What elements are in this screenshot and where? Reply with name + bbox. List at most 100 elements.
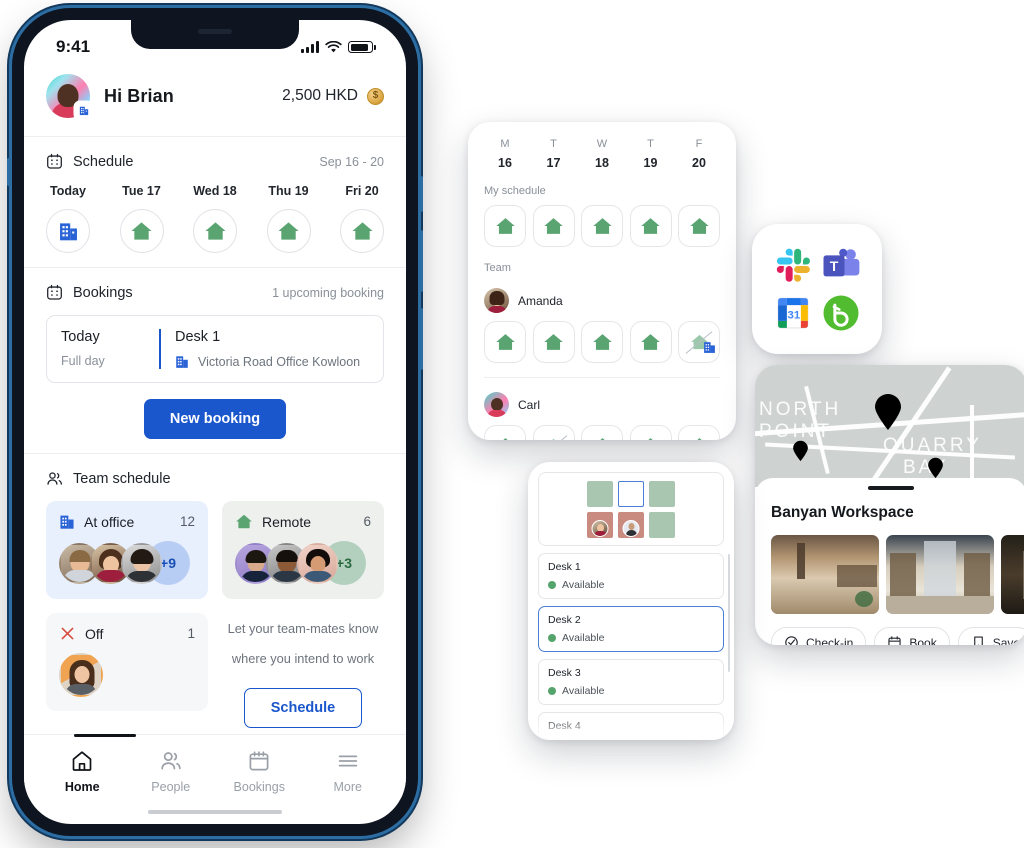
schedule-day[interactable]: Fri 20 (340, 184, 384, 253)
schedule-cell-home[interactable] (629, 425, 672, 440)
avatar (622, 519, 640, 537)
book-button[interactable]: Book (874, 627, 950, 645)
floor-plan-desk[interactable] (587, 480, 613, 507)
schedule-day-home-icon[interactable] (340, 209, 384, 253)
microsoft-teams-icon[interactable]: T (820, 244, 862, 286)
schedule-button[interactable]: Schedule (243, 687, 363, 728)
team-member-header[interactable]: Amanda (484, 288, 720, 313)
team-card-remote[interactable]: Remote 6 +3 (222, 501, 384, 599)
new-booking-button[interactable]: New booking (143, 399, 287, 439)
schedule-cell-mixed[interactable] (678, 321, 720, 363)
schedule-day[interactable]: Wed 18 (193, 184, 237, 253)
floor-plan-desk-selected[interactable] (618, 480, 644, 507)
schedule-day-home-icon[interactable] (193, 209, 237, 253)
desk-row[interactable]: Desk 3 Available (538, 659, 724, 705)
floor-plan[interactable] (538, 472, 724, 546)
schedule-day-office-icon[interactable] (46, 209, 90, 253)
schedule-day-label: Today (50, 184, 86, 198)
home-icon (592, 334, 612, 350)
slack-icon[interactable] (772, 244, 814, 286)
wifi-icon (325, 40, 342, 52)
schedule-cell-home[interactable] (484, 425, 526, 440)
status-dot-available (548, 687, 556, 695)
schedule-day[interactable]: Thu 19 (266, 184, 311, 253)
tab-people[interactable]: People (127, 749, 216, 794)
workspace-photo[interactable] (771, 535, 879, 614)
avatar (484, 288, 509, 313)
desk-list-scrollbar[interactable] (727, 554, 730, 672)
schedule-cell-home[interactable] (581, 205, 623, 247)
schedule-day-home-icon[interactable] (119, 209, 164, 253)
avatar-office-badge-icon (75, 102, 92, 119)
schedule-title: Schedule (73, 153, 134, 170)
map-pin-icon[interactable] (927, 457, 944, 479)
workspace-photo[interactable] (1001, 535, 1024, 614)
avatar[interactable] (46, 74, 92, 119)
schedule-cell-home[interactable] (484, 321, 526, 363)
schedule-title-group: Schedule (46, 153, 133, 170)
schedule-day-label: Tue 17 (122, 184, 161, 198)
schedule-cell-home[interactable] (678, 205, 720, 247)
team-card-at-office[interactable]: At office 12 +9 (46, 501, 208, 599)
check-in-button[interactable]: Check-in (771, 627, 867, 645)
schedule-day-home-icon[interactable] (266, 209, 311, 253)
map-pin-icon[interactable] (792, 440, 809, 462)
weekday-cell: F 20 (678, 138, 720, 170)
desk-row[interactable]: Desk 1 Available (538, 553, 724, 599)
schedule-cell-home[interactable] (678, 425, 720, 440)
home-icon (599, 438, 605, 440)
home-icon (648, 438, 653, 440)
sheet-drag-handle[interactable] (868, 486, 914, 490)
tab-more[interactable]: More (304, 749, 393, 794)
bookmark-icon (973, 636, 983, 645)
schedule-cell-mixed[interactable] (532, 425, 575, 440)
brand-icon[interactable] (820, 292, 862, 334)
desk-info: Desk 2 Available (548, 614, 604, 644)
schedule-cell-home[interactable] (532, 321, 575, 363)
svg-text:T: T (830, 258, 839, 274)
schedule-cell-home[interactable] (581, 321, 623, 363)
schedule-cell-home[interactable] (629, 321, 672, 363)
team-member-header[interactable]: Carl (484, 392, 720, 417)
team-member-schedule-row (484, 425, 720, 440)
team-card-header: Remote 6 (235, 513, 371, 530)
schedule-cell-home[interactable] (484, 205, 526, 247)
schedule-cell-home[interactable] (581, 425, 623, 440)
building-icon (60, 515, 74, 529)
booking-card[interactable]: Today Full day Desk 1 Victoria Road Offi… (46, 315, 384, 383)
floor-plan-desk[interactable] (649, 480, 675, 507)
close-icon (61, 627, 74, 640)
balance-widget[interactable]: 2,500 HKD $ (282, 87, 384, 105)
floor-plan-desk[interactable] (649, 511, 675, 538)
tab-home[interactable]: Home (38, 749, 127, 794)
avatar (484, 392, 509, 417)
schedule-day[interactable]: Today (46, 184, 90, 253)
schedule-section: Schedule Sep 16 - 20 Today Tue 17 Wed 18… (24, 137, 406, 268)
floor-plan-desk-booked[interactable] (618, 511, 644, 538)
schedule-day[interactable]: Tue 17 (119, 184, 164, 253)
save-button[interactable]: Save (957, 627, 1024, 645)
team-bottom-row: Off 1 Let your team-mates know where you… (46, 613, 384, 728)
app-header: Hi Brian 2,500 HKD $ (24, 66, 406, 137)
google-calendar-icon[interactable]: 31 (772, 292, 814, 334)
status-icons (301, 40, 376, 54)
team-card-off[interactable]: Off 1 (46, 613, 208, 711)
map-pin-icon[interactable] (873, 393, 903, 431)
team-schedule-card: M 16 T 17 W 18 T 19 F 20 My schedule Tea… (468, 122, 736, 440)
tab-bookings[interactable]: Bookings (215, 749, 304, 794)
map-view[interactable]: NORTH POINT QUARRY BAY (755, 365, 1024, 487)
avatar (591, 519, 609, 537)
workspace-photo-strip[interactable] (771, 535, 1024, 614)
team-member-name: Carl (518, 397, 541, 412)
floor-plan-desk-booked[interactable] (587, 511, 613, 538)
status-dot-available (548, 634, 556, 642)
integrations-card: T 31 (752, 224, 882, 354)
map-road (957, 365, 1024, 384)
workspace-photo[interactable] (886, 535, 994, 614)
desk-row-selected[interactable]: Desk 2 Available (538, 606, 724, 652)
schedule-cell-home[interactable] (629, 205, 672, 247)
home-icon (592, 218, 612, 234)
avatar (121, 542, 162, 584)
schedule-day-label: Fri 20 (345, 184, 379, 198)
schedule-cell-home[interactable] (532, 205, 575, 247)
